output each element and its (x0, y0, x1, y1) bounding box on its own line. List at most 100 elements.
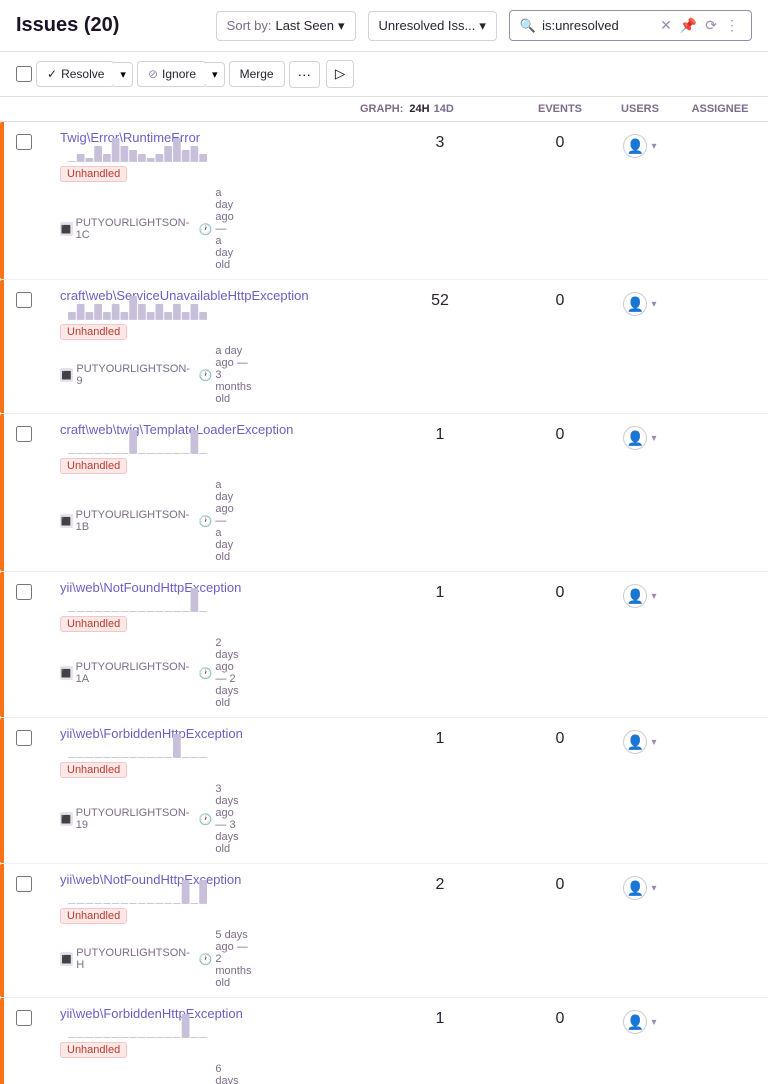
project-info: ⬛ PUTYOURLIGHTSON-1C (60, 217, 191, 241)
search-input[interactable] (542, 18, 652, 33)
issue-time: 🕐 a day ago — a day old (199, 479, 234, 563)
page-title: Issues (20) (16, 14, 119, 37)
play-icon: ▷ (335, 66, 345, 81)
row-checkbox[interactable] (16, 426, 32, 442)
sparkline-cell (68, 1006, 360, 1046)
sparkline-chart (68, 296, 208, 320)
issue-main: yii\web\NotFoundHttpException /home/forg… (60, 872, 68, 989)
assignee-chevron-icon: ▾ (651, 433, 656, 444)
assignee-chevron-icon: ▾ (651, 1017, 656, 1028)
project-icon: ⬛ (60, 952, 73, 966)
filter-button[interactable]: Unresolved Iss... ▾ (368, 11, 497, 41)
more-actions-button[interactable]: ··· (289, 61, 320, 88)
priority-indicator (0, 864, 4, 997)
play-button[interactable]: ▷ (326, 60, 354, 88)
refresh-search-button[interactable]: ⟳ (703, 17, 719, 34)
assignee-avatar: 👤 (623, 1010, 647, 1034)
assignee-cell[interactable]: 👤 ▾ (600, 130, 680, 158)
assignee-cell[interactable]: 👤 ▾ (600, 726, 680, 754)
time-label: 6 days ago — 6 days old (215, 1063, 238, 1084)
merge-label: Merge (240, 67, 274, 81)
project-icon: ⬛ (60, 222, 73, 236)
clock-icon: 🕐 (199, 223, 213, 236)
issue-time: 🕐 a day ago — 3 months old (199, 345, 252, 405)
toolbar: ✓ Resolve ▾ ⊘ Ignore ▾ Merge ··· ▷ (0, 52, 768, 97)
select-all-checkbox[interactable] (16, 66, 32, 82)
issue-time: 🕐 3 days ago — 3 days old (199, 783, 239, 855)
priority-indicator (0, 414, 4, 571)
assignee-column-header: ASSIGNEE (680, 103, 760, 115)
users-count: 0 (520, 1006, 600, 1028)
ignore-button[interactable]: ⊘ Ignore (137, 61, 207, 87)
assignee-avatar: 👤 (623, 730, 647, 754)
priority-indicator (0, 280, 4, 413)
assignee-cell[interactable]: 👤 ▾ (600, 872, 680, 900)
chevron-down-icon: ▾ (479, 18, 486, 34)
project-icon: ⬛ (60, 666, 73, 680)
tab-24h[interactable]: 24h (409, 103, 429, 115)
clock-icon: 🕐 (199, 667, 213, 680)
row-checkbox[interactable] (16, 730, 32, 746)
ignore-dropdown-button[interactable]: ▾ (206, 62, 225, 87)
resolve-dropdown-button[interactable]: ▾ (114, 62, 133, 87)
sparkline-chart (68, 880, 208, 904)
row-checkbox[interactable] (16, 876, 32, 892)
column-headers: GRAPH: 24h 14d EVENTS USERS ASSIGNEE (0, 97, 768, 122)
sort-label: Sort by: (227, 18, 272, 33)
table-row: craft\web\twig\TemplateLoaderException /… (0, 414, 768, 572)
issue-main: yii\web\ForbiddenHttpException /home/for… (60, 726, 68, 855)
clear-search-button[interactable]: ✕ (658, 17, 674, 34)
events-count: 1 (360, 1006, 520, 1028)
project-name: PUTYOURLIGHTSON-H (76, 947, 191, 971)
assignee-chevron-icon: ▾ (651, 591, 656, 602)
assignee-cell[interactable]: 👤 ▾ (600, 422, 680, 450)
sparkline-cell (68, 580, 360, 620)
sparkline-chart (68, 588, 208, 612)
row-checkbox[interactable] (16, 1010, 32, 1026)
events-column-header: EVENTS (520, 103, 600, 115)
table-row: yii\web\NotFoundHttpException /home/forg… (0, 572, 768, 718)
users-count: 0 (520, 726, 600, 748)
project-name: PUTYOURLIGHTSON-1A (76, 661, 191, 685)
project-name: PUTYOURLIGHTSON-1C (76, 217, 191, 241)
project-info: ⬛ PUTYOURLIGHTSON-1B (60, 509, 191, 533)
project-name: PUTYOURLIGHTSON-1B (76, 509, 191, 533)
issue-time: 🕐 6 days ago — 6 days old (199, 1063, 239, 1084)
assignee-chevron-icon: ▾ (651, 299, 656, 310)
sort-button[interactable]: Sort by: Last Seen ▾ (216, 11, 356, 41)
project-name: PUTYOURLIGHTSON-9 (76, 363, 190, 387)
assignee-cell[interactable]: 👤 ▾ (600, 580, 680, 608)
time-label: a day ago — a day old (215, 479, 233, 563)
chevron-down-icon: ▾ (338, 18, 345, 34)
assignee-cell[interactable]: 👤 ▾ (600, 1006, 680, 1034)
table-row: yii\web\NotFoundHttpException /home/forg… (0, 864, 768, 998)
merge-button[interactable]: Merge (229, 61, 285, 87)
more-search-button[interactable]: ⋮ (723, 17, 741, 34)
priority-indicator (0, 572, 4, 717)
ellipsis-icon: ··· (298, 67, 311, 82)
sparkline-chart (68, 138, 208, 162)
row-checkbox[interactable] (16, 134, 32, 150)
users-count: 0 (520, 422, 600, 444)
sparkline-cell (68, 130, 360, 170)
pin-search-button[interactable]: 📌 (678, 17, 699, 34)
search-icon: 🔍 (520, 18, 536, 34)
assignee-cell[interactable]: 👤 ▾ (600, 288, 680, 316)
resolve-button[interactable]: ✓ Resolve (36, 61, 115, 87)
assignee-avatar: 👤 (623, 292, 647, 316)
sparkline-cell (68, 872, 360, 912)
row-checkbox[interactable] (16, 584, 32, 600)
project-icon: ⬛ (60, 812, 73, 826)
project-icon: ⬛ (60, 514, 73, 528)
row-checkbox[interactable] (16, 292, 32, 308)
project-info: ⬛ PUTYOURLIGHTSON-19 (60, 807, 191, 831)
clock-icon: 🕐 (199, 953, 213, 966)
tab-14d[interactable]: 14d (434, 103, 454, 115)
users-column-header: USERS (600, 103, 680, 115)
sparkline-cell (68, 422, 360, 462)
time-label: 5 days ago — 2 months old (215, 929, 251, 989)
ignore-label: Ignore (162, 67, 196, 81)
ignore-icon: ⊘ (148, 67, 158, 81)
filter-label: Unresolved Iss... (379, 18, 476, 33)
issue-main: Twig\Error\RuntimeError /home/forge/puty… (60, 130, 68, 271)
